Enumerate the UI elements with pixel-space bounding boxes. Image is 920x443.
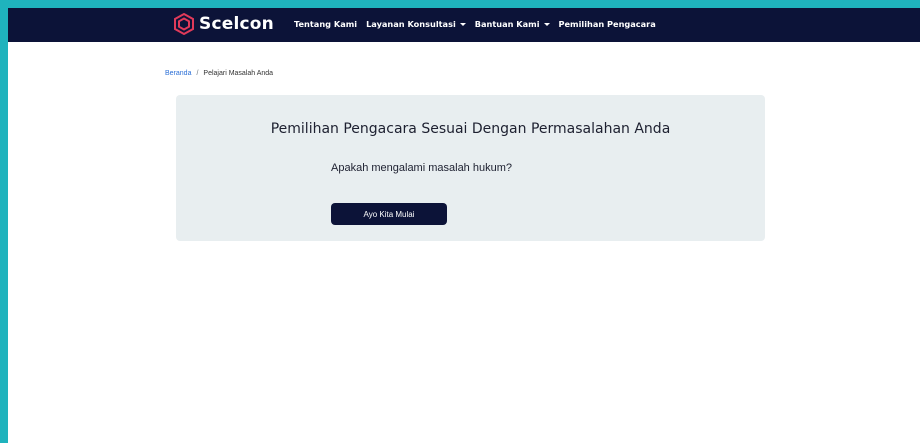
browser-page: Scelcon Tentang Kami Layanan Konsultasi … (8, 8, 920, 443)
chevron-down-icon (543, 22, 550, 26)
nav-item-pemilihan-pengacara[interactable]: Pemilihan Pengacara (559, 19, 656, 29)
card-title: Pemilihan Pengacara Sesuai Dengan Permas… (270, 121, 671, 137)
nav-item-tentang-kami[interactable]: Tentang Kami (294, 19, 357, 29)
nav-item-bantuan-kami[interactable]: Bantuan Kami (475, 19, 550, 29)
nav-item-label: Tentang Kami (294, 19, 358, 29)
brand[interactable]: Scelcon (174, 13, 274, 35)
start-button[interactable]: Ayo Kita Mulai (331, 203, 447, 225)
nav-item-label: Pemilihan Pengacara (558, 19, 656, 29)
breadcrumb-home-link[interactable]: Beranda (165, 70, 191, 77)
breadcrumb-current: Pelajari Masalah Anda (203, 70, 274, 77)
brand-name: Scelcon (199, 14, 274, 34)
hexagon-logo-icon (174, 13, 194, 35)
nav-links: Tentang Kami Layanan Konsultasi Bantuan … (294, 19, 665, 29)
nav-item-label: Bantuan Kami (474, 19, 540, 29)
nav-item-layanan-konsultasi[interactable]: Layanan Konsultasi (366, 19, 466, 29)
navbar: Scelcon Tentang Kami Layanan Konsultasi … (8, 8, 920, 42)
lawyer-selection-card: Pemilihan Pengacara Sesuai Dengan Permas… (176, 95, 765, 241)
breadcrumb-separator: / (196, 70, 199, 77)
card-question: Apakah mengalami masalah hukum? (331, 162, 512, 174)
start-button-label: Ayo Kita Mulai (363, 209, 415, 219)
chevron-down-icon (459, 22, 466, 26)
nav-item-label: Layanan Konsultasi (366, 19, 456, 29)
breadcrumb: Beranda / Pelajari Masalah Anda (165, 70, 273, 77)
